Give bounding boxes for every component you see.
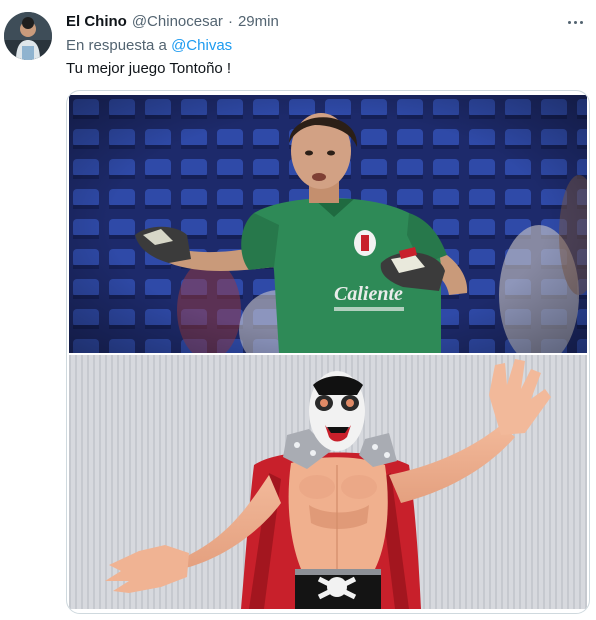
avatar-image [4,12,52,60]
reply-mention-link[interactable]: @Chivas [171,37,232,54]
tweet-header: El Chino @Chinocesar · 29min [66,13,556,33]
tweet-text: Tu mejor juego Tontoño ! [66,60,232,77]
tweet[interactable]: El Chino @Chinocesar · 29min En respuest… [0,0,596,620]
media-grid: Caliente [66,90,590,614]
wrestler-figure-photo[interactable] [69,355,587,609]
goalkeeper-photo[interactable]: Caliente [69,95,587,353]
timestamp[interactable]: 29min [238,13,279,30]
reply-prefix: En respuesta a [66,37,167,54]
reply-context: En respuesta a @Chivas [66,37,232,54]
more-options-icon[interactable] [562,12,588,32]
display-name[interactable]: El Chino [66,13,127,30]
avatar[interactable] [4,12,52,60]
sponsor-text: Caliente [334,283,403,305]
user-handle[interactable]: @Chinocesar [132,13,223,30]
separator-dot: · [227,13,233,30]
